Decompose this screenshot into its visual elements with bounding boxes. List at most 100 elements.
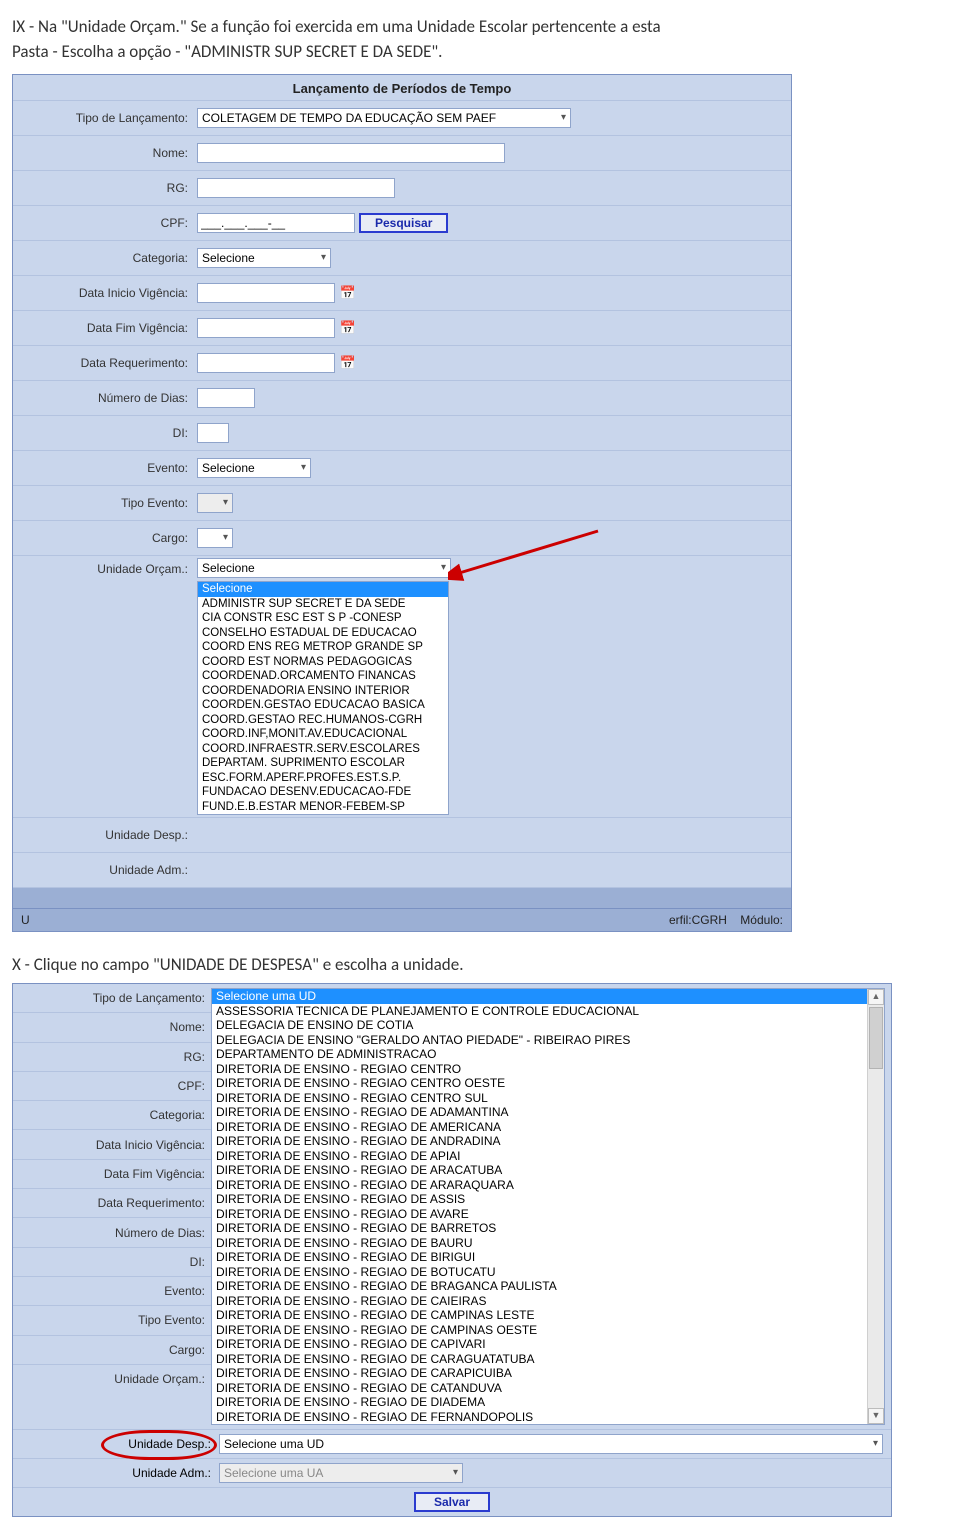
screenshot-panel-1: Lançamento de Períodos de Tempo Tipo de … [12,74,792,932]
form-label: Categoria: [13,1100,211,1129]
listbox-unid-desp[interactable]: Selecione uma UDASSESSORIA TECNICA DE PL… [211,988,885,1425]
listbox-option[interactable]: DIRETORIA DE ENSINO - REGIAO DE BARRETOS [212,1221,884,1236]
listbox-option[interactable]: DIRETORIA DE ENSINO - REGIAO DE CATANDUV… [212,1381,884,1396]
dropdown-option[interactable]: COORD ENS REG METROP GRANDE SP [198,640,448,655]
label-unid-adm-2: Unidade Adm.: [13,1466,217,1480]
input-data-fim[interactable] [197,318,335,338]
dropdown-option[interactable]: COORDENAD.ORCAMENTO FINANCAS [198,669,448,684]
listbox-option[interactable]: DIRETORIA DE ENSINO - REGIAO DE ARARAQUA… [212,1178,884,1193]
listbox-option[interactable]: DIRETORIA DE ENSINO - REGIAO CENTRO OEST… [212,1076,884,1091]
label-tipo-evento: Tipo Evento: [13,496,194,510]
input-data-inicio[interactable] [197,283,335,303]
dropdown-option[interactable]: ADMINISTR SUP SECRET E DA SEDE [198,597,448,612]
label-unid-desp: Unidade Desp.: [13,828,194,842]
dropdown-option[interactable]: CIA CONSTR ESC EST S P -CONESP [198,611,448,626]
form-label: DI: [13,1247,211,1276]
listbox-option[interactable]: DELEGACIA DE ENSINO "GERALDO ANTAO PIEDA… [212,1033,884,1048]
listbox-option[interactable]: DEPARTAMENTO DE ADMINISTRACAO [212,1047,884,1062]
input-nome[interactable] [197,143,505,163]
select-unid-adm-2[interactable]: Selecione uma UA [219,1463,463,1483]
listbox-option[interactable]: DIRETORIA DE ENSINO - REGIAO DE ASSIS [212,1192,884,1207]
label-num-dias: Número de Dias: [13,391,194,405]
listbox-option[interactable]: DIRETORIA DE ENSINO - REGIAO DE CARAPICU… [212,1366,884,1381]
calendar-icon[interactable]: 📅 [339,284,357,302]
listbox-option[interactable]: DIRETORIA DE ENSINO - REGIAO DE DIADEMA [212,1395,884,1410]
listbox-option[interactable]: DIRETORIA DE ENSINO - REGIAO CENTRO SUL [212,1091,884,1106]
listbox-option[interactable]: DIRETORIA DE ENSINO - REGIAO DE ADAMANTI… [212,1105,884,1120]
listbox-option[interactable]: DIRETORIA DE ENSINO - REGIAO DE CAMPINAS… [212,1323,884,1338]
dropdown-unid-orcam[interactable]: SelecioneADMINISTR SUP SECRET E DA SEDEC… [197,581,449,815]
dropdown-option[interactable]: FUNDACAO DESENV.EDUCACAO-FDE [198,785,448,800]
form-label: Data Fim Vigência: [13,1159,211,1188]
label-unid-desp-2: Unidade Desp.: [13,1437,217,1451]
dropdown-option[interactable]: CONSELHO ESTADUAL DE EDUCACAO [198,626,448,641]
select-unid-desp-2[interactable]: Selecione uma UD [219,1434,883,1454]
listbox-option[interactable]: Selecione uma UD [212,989,884,1004]
listbox-option[interactable]: DIRETORIA DE ENSINO - REGIAO DE ANDRADIN… [212,1134,884,1149]
select-tipo-lancamento[interactable]: COLETAGEM DE TEMPO DA EDUCAÇÃO SEM PAEF [197,108,571,128]
instruction-line-1: IX - Na "Unidade Orçam." Se a função foi… [12,16,948,37]
select-unid-orcam[interactable]: Selecione [197,558,451,578]
dropdown-option[interactable]: DEPARTAM. SUPRIMENTO ESCOLAR [198,756,448,771]
dropdown-option[interactable]: FUND.E.B.ESTAR MENOR-FEBEM-SP [198,800,448,815]
listbox-option[interactable]: DIRETORIA DE ENSINO - REGIAO DE CAIEIRAS [212,1294,884,1309]
form-label: Número de Dias: [13,1217,211,1246]
input-num-dias[interactable] [197,388,255,408]
input-cpf[interactable] [197,213,355,233]
form-label: CPF: [13,1071,211,1100]
dropdown-option[interactable]: COORD.GESTAO REC.HUMANOS-CGRH [198,713,448,728]
listbox-option[interactable]: DIRETORIA DE ENSINO - REGIAO DE ARACATUB… [212,1163,884,1178]
listbox-option[interactable]: DIRETORIA DE ENSINO - REGIAO DE FERNANDO… [212,1410,884,1425]
listbox-option[interactable]: DIRETORIA DE ENSINO - REGIAO DE CAPIVARI [212,1337,884,1352]
form-label: RG: [13,1042,211,1071]
calendar-icon[interactable]: 📅 [339,354,357,372]
footer-perfil: erfil:CGRH [669,913,727,927]
footer-u: U [21,909,30,931]
listbox-option[interactable]: DIRETORIA DE ENSINO - REGIAO DE CARAGUAT… [212,1352,884,1367]
scrollbar[interactable]: ▲ ▼ [867,989,884,1424]
listbox-option[interactable]: DIRETORIA DE ENSINO - REGIAO DE CAMPINAS… [212,1308,884,1323]
label-categoria: Categoria: [13,251,194,265]
select-categoria[interactable]: Selecione [197,248,331,268]
form-label: Cargo: [13,1335,211,1364]
dropdown-option[interactable]: COORDEN.GESTAO EDUCACAO BASICA [198,698,448,713]
pesquisar-button[interactable]: Pesquisar [359,213,448,233]
form-label: Evento: [13,1276,211,1305]
input-di[interactable] [197,423,229,443]
listbox-option[interactable]: DIRETORIA DE ENSINO - REGIAO DE BOTUCATU [212,1265,884,1280]
listbox-option[interactable]: DIRETORIA DE ENSINO - REGIAO DE BRAGANCA… [212,1279,884,1294]
scroll-thumb[interactable] [869,1007,883,1069]
select-evento[interactable]: Selecione [197,458,311,478]
listbox-option[interactable]: DIRETORIA DE ENSINO - REGIAO DE APIAI [212,1149,884,1164]
label-tipo-lancamento: Tipo de Lançamento: [13,111,194,125]
form-label: Data Inicio Vigência: [13,1129,211,1158]
listbox-option[interactable]: DIRETORIA DE ENSINO - REGIAO DE BIRIGUI [212,1250,884,1265]
calendar-icon[interactable]: 📅 [339,319,357,337]
dropdown-option[interactable]: COORDENADORIA ENSINO INTERIOR [198,684,448,699]
scroll-down-icon[interactable]: ▼ [868,1408,884,1424]
input-data-req[interactable] [197,353,335,373]
select-tipo-evento[interactable] [197,493,233,513]
input-rg[interactable] [197,178,395,198]
listbox-option[interactable]: DELEGACIA DE ENSINO DE COTIA [212,1018,884,1033]
label-nome: Nome: [13,146,194,160]
salvar-button[interactable]: Salvar [414,1492,490,1512]
label-data-req: Data Requerimento: [13,356,194,370]
form-label: Data Requerimento: [13,1188,211,1217]
dropdown-option[interactable]: ESC.FORM.APERF.PROFES.EST.S.P. [198,771,448,786]
listbox-option[interactable]: DIRETORIA DE ENSINO - REGIAO CENTRO [212,1062,884,1077]
scroll-up-icon[interactable]: ▲ [868,989,884,1005]
label-cargo: Cargo: [13,531,194,545]
dropdown-option[interactable]: COORD EST NORMAS PEDAGOGICAS [198,655,448,670]
select-cargo[interactable] [197,528,233,548]
form-label: Nome: [13,1012,211,1041]
listbox-option[interactable]: ASSESSORIA TECNICA DE PLANEJAMENTO E CON… [212,1004,884,1019]
listbox-option[interactable]: DIRETORIA DE ENSINO - REGIAO DE AMERICAN… [212,1120,884,1135]
listbox-option[interactable]: DIRETORIA DE ENSINO - REGIAO DE BAURU [212,1236,884,1251]
dropdown-option[interactable]: COORD.INFRAESTR.SERV.ESCOLARES [198,742,448,757]
dropdown-option[interactable]: Selecione [198,582,448,597]
listbox-option[interactable]: DIRETORIA DE ENSINO - REGIAO DE AVARE [212,1207,884,1222]
label-unid-adm: Unidade Adm.: [13,863,194,877]
label-rg: RG: [13,181,194,195]
dropdown-option[interactable]: COORD.INF,MONIT.AV.EDUCACIONAL [198,727,448,742]
